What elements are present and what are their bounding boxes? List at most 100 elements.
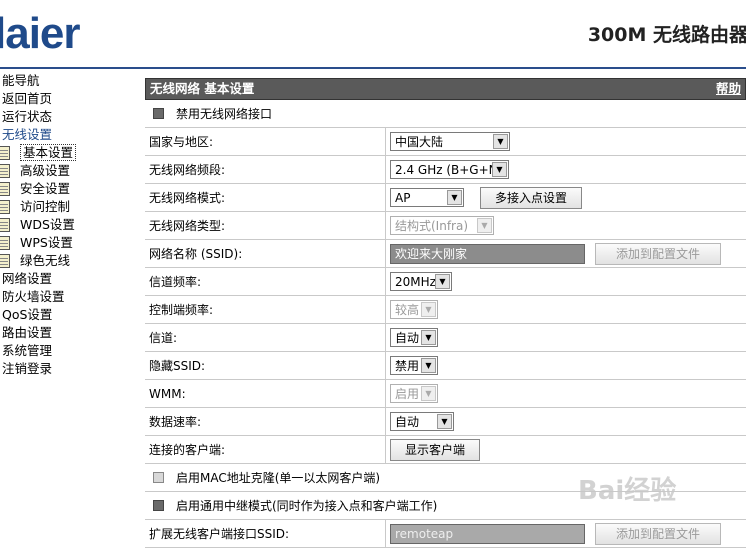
header: laier 300M 无线路由器 <box>0 0 746 68</box>
product-title: 300M 无线路由器 <box>587 24 746 46</box>
nav-sub-label: 安全设置 <box>20 181 71 196</box>
chevron-down-icon: ▼ <box>493 134 508 149</box>
field-label: 无线网络频段: <box>145 156 386 183</box>
document-icon <box>0 200 10 214</box>
select-value: 结构式(Infra) <box>395 219 469 233</box>
ext-add-profile-button[interactable]: 添加到配置文件 <box>595 522 722 545</box>
field-label: 信道: <box>145 324 386 351</box>
document-icon <box>0 236 10 250</box>
multi-ap-button[interactable]: 多接入点设置 <box>480 186 583 209</box>
nav-sub-label: 绿色无线 <box>20 253 71 268</box>
mode-row: 无线网络模式: AP ▼ 多接入点设置 <box>145 184 746 212</box>
document-icon <box>0 182 10 196</box>
field-label: WMM: <box>145 380 386 407</box>
chevron-down-icon: ▼ <box>421 358 436 373</box>
nav-sub-label: 基本设置 <box>20 144 77 161</box>
select-value: 中国大陆 <box>395 135 444 149</box>
nav-item-wireless[interactable]: 无线设置 <box>0 126 140 144</box>
channel-select[interactable]: 自动 ▼ <box>390 328 438 347</box>
mode-select[interactable]: AP ▼ <box>390 188 464 207</box>
nav-sub-label: 访问控制 <box>20 199 71 214</box>
nav-sub-label: WDS设置 <box>20 217 75 232</box>
ext-ssid-input[interactable]: remoteap <box>390 523 585 544</box>
hide-ssid-select[interactable]: 禁用 ▼ <box>390 356 438 375</box>
hide-ssid-row: 隐藏SSID: 禁用 ▼ <box>145 352 746 380</box>
field-label: 无线网络类型: <box>145 212 386 239</box>
wmm-select[interactable]: 启用 ▼ <box>390 384 438 403</box>
nav-sub-label: WPS设置 <box>20 235 73 250</box>
select-value: 禁用 <box>395 359 420 373</box>
watermark: Bai经验 <box>578 476 677 506</box>
channel-width-row: 信道频率: 20MHz ▼ <box>145 268 746 296</box>
disable-wireless-checkbox[interactable] <box>153 108 164 119</box>
chevron-down-icon: ▼ <box>421 330 436 345</box>
control-sideband-row: 控制端频率: 较高 ▼ <box>145 296 746 324</box>
ssid-input[interactable]: 欢迎来大刚家 <box>390 243 585 264</box>
nav-sub-access[interactable]: 访问控制 <box>0 198 140 216</box>
help-link[interactable]: 帮助 <box>716 79 741 99</box>
mac-clone-label: 启用MAC地址克隆(单一以太网客户端) <box>176 471 381 485</box>
panel-title: 无线网络 基本设置 <box>150 81 255 96</box>
field-label: 扩展无线客户端接口SSID: <box>145 520 386 547</box>
nav-item-routing[interactable]: 路由设置 <box>0 324 140 342</box>
chevron-down-icon: ▼ <box>437 414 452 429</box>
repeater-checkbox[interactable] <box>153 500 164 511</box>
mac-clone-checkbox[interactable] <box>153 472 164 483</box>
document-icon <box>0 218 10 232</box>
select-value: 自动 <box>395 415 420 429</box>
chevron-down-icon: ▼ <box>421 386 436 401</box>
control-sideband-select[interactable]: 较高 ▼ <box>390 300 438 319</box>
select-value: 2.4 GHz (B+G+N) <box>395 162 503 177</box>
network-type-select[interactable]: 结构式(Infra) ▼ <box>390 216 494 235</box>
chevron-down-icon: ▼ <box>477 218 492 233</box>
disable-wireless-label: 禁用无线网络接口 <box>176 107 273 121</box>
field-label: 连接的客户端: <box>145 436 386 463</box>
nav-sub-basic[interactable]: 基本设置 <box>0 144 140 162</box>
disable-wireless-row: 禁用无线网络接口 <box>145 100 746 128</box>
brand-logo: laier <box>0 9 81 58</box>
channel-width-select[interactable]: 20MHz ▼ <box>390 272 452 291</box>
nav-item-home[interactable]: 返回首页 <box>0 90 140 108</box>
document-icon <box>0 146 10 160</box>
field-label: 控制端频率: <box>145 296 386 323</box>
document-icon <box>0 164 10 178</box>
header-divider <box>0 67 746 69</box>
nav-item-qos[interactable]: QoS设置 <box>0 306 140 324</box>
select-value: 自动 <box>395 331 420 345</box>
nav-item-network[interactable]: 网络设置 <box>0 270 140 288</box>
add-profile-button[interactable]: 添加到配置文件 <box>595 242 722 265</box>
nav-item-system[interactable]: 系统管理 <box>0 342 140 360</box>
sidebar-nav: 能导航 返回首页 运行状态 无线设置 基本设置 高级设置 安全设置 访问控制 W… <box>0 72 140 378</box>
data-rate-row: 数据速率: 自动 ▼ <box>145 408 746 436</box>
nav-sub-wps[interactable]: WPS设置 <box>0 234 140 252</box>
document-icon <box>0 254 10 268</box>
nav-sub-label: 高级设置 <box>20 163 71 178</box>
nav-sub-wds[interactable]: WDS设置 <box>0 216 140 234</box>
show-clients-button[interactable]: 显示客户端 <box>390 438 481 461</box>
country-select[interactable]: 中国大陆 ▼ <box>390 132 510 151</box>
nav-sub-green[interactable]: 绿色无线 <box>0 252 140 270</box>
nav-title: 能导航 <box>2 73 40 88</box>
chevron-down-icon: ▼ <box>435 274 450 289</box>
network-type-row: 无线网络类型: 结构式(Infra) ▼ <box>145 212 746 240</box>
country-row: 国家与地区: 中国大陆 ▼ <box>145 128 746 156</box>
band-select[interactable]: 2.4 GHz (B+G+N) ▼ <box>390 160 509 179</box>
field-label: 国家与地区: <box>145 128 386 155</box>
nav-item-status[interactable]: 运行状态 <box>0 108 140 126</box>
select-value: 启用 <box>395 387 420 401</box>
field-label: 隐藏SSID: <box>145 352 386 379</box>
select-value: AP <box>395 190 411 205</box>
nav-sub-security[interactable]: 安全设置 <box>0 180 140 198</box>
nav-sub-advanced[interactable]: 高级设置 <box>0 162 140 180</box>
channel-row: 信道: 自动 ▼ <box>145 324 746 352</box>
field-label: 无线网络模式: <box>145 184 386 211</box>
select-value: 较高 <box>395 303 420 317</box>
data-rate-select[interactable]: 自动 ▼ <box>390 412 454 431</box>
chevron-down-icon: ▼ <box>447 190 462 205</box>
nav-item-firewall[interactable]: 防火墙设置 <box>0 288 140 306</box>
chevron-down-icon: ▼ <box>421 302 436 317</box>
field-label: 数据速率: <box>145 408 386 435</box>
ext-ssid-row: 扩展无线客户端接口SSID: remoteap 添加到配置文件 <box>145 520 746 548</box>
field-label: 信道频率: <box>145 268 386 295</box>
nav-item-logout[interactable]: 注销登录 <box>0 360 140 378</box>
